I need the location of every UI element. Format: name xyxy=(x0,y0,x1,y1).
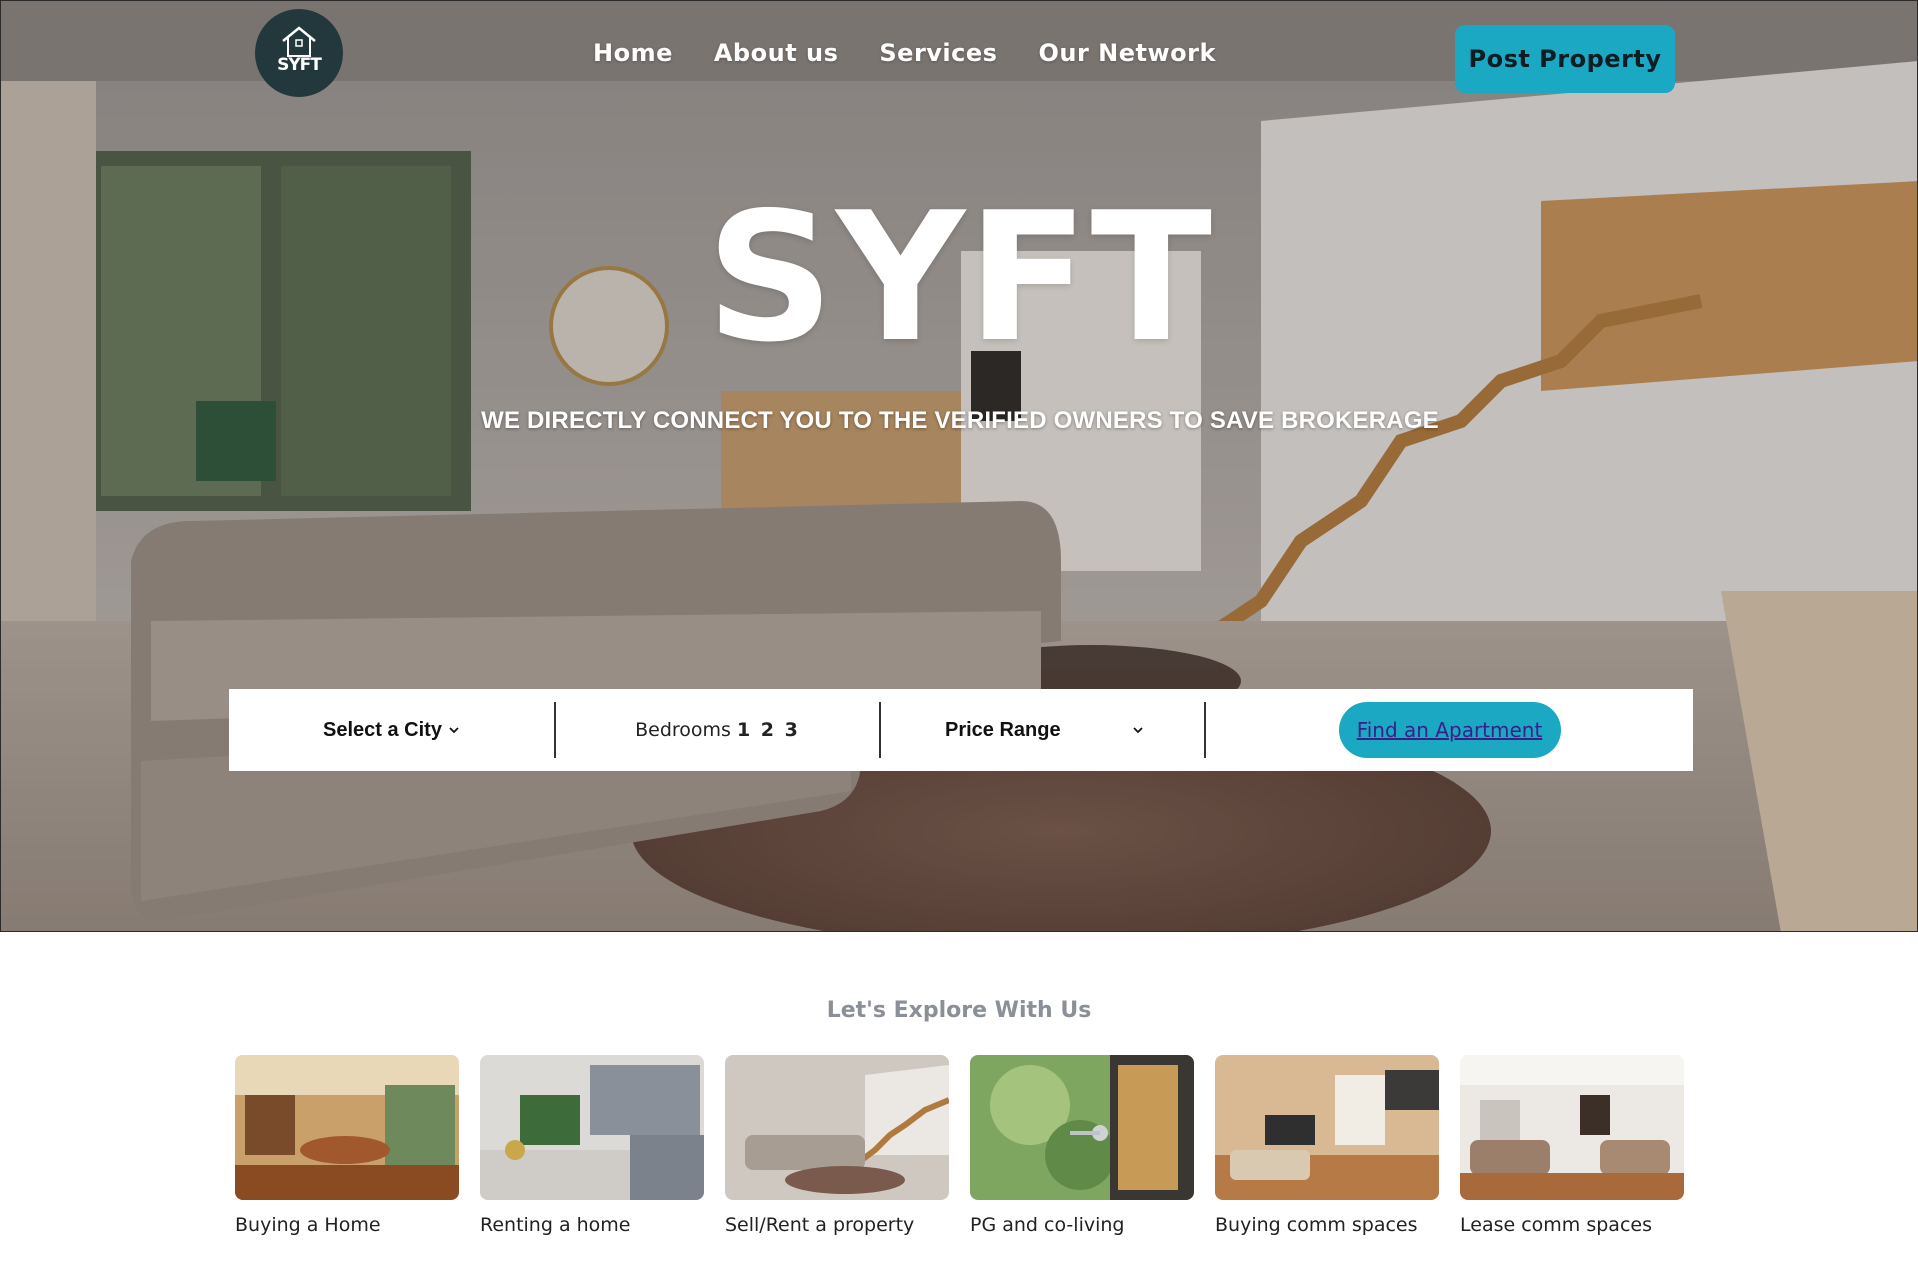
card-label: Buying a Home xyxy=(235,1214,381,1236)
nav-about-link[interactable]: About us xyxy=(714,39,839,67)
logo-text: SYFT xyxy=(277,55,322,75)
find-apartment-button[interactable]: Find an Apartment xyxy=(1338,702,1561,758)
card-label: Renting a home xyxy=(480,1214,631,1236)
pg-coliving-image xyxy=(970,1055,1194,1200)
price-range-label: Price Range xyxy=(945,718,1061,741)
nav-services-link[interactable]: Services xyxy=(879,39,997,67)
card-label: Sell/Rent a property xyxy=(725,1214,915,1236)
explore-heading: Let's Explore With Us xyxy=(826,998,1092,1023)
city-select-label: Select a City xyxy=(323,718,442,741)
hero-title: SYFT xyxy=(705,174,1215,381)
hero-tagline: WE DIRECTLY CONNECT YOU TO THE VERIFIED … xyxy=(481,407,1439,434)
explore-card-buying-home[interactable]: Buying a Home xyxy=(235,1055,459,1236)
card-label: PG and co-living xyxy=(970,1214,1125,1236)
bedroom-options[interactable]: 1 2 3 xyxy=(737,719,800,741)
card-label: Buying comm spaces xyxy=(1215,1214,1418,1236)
nav-network-link[interactable]: Our Network xyxy=(1038,39,1215,67)
buying-home-image xyxy=(235,1055,459,1200)
post-property-button[interactable]: Post Property xyxy=(1455,25,1675,93)
city-select[interactable]: Select a City xyxy=(229,689,554,771)
lease-comm-image xyxy=(1460,1055,1684,1200)
explore-card-buying-comm[interactable]: Buying comm spaces xyxy=(1215,1055,1439,1236)
logo[interactable]: SYFT xyxy=(255,9,343,97)
find-cell: Find an Apartment xyxy=(1206,689,1693,771)
explore-card-renting-home[interactable]: Renting a home xyxy=(480,1055,704,1236)
chevron-down-icon xyxy=(449,727,459,734)
bedrooms-filter[interactable]: Bedrooms 1 2 3 xyxy=(556,689,879,771)
buying-comm-image xyxy=(1215,1055,1439,1200)
explore-card-sell-rent[interactable]: Sell/Rent a property xyxy=(725,1055,949,1236)
price-range-select[interactable]: Price Range xyxy=(881,689,1204,771)
hero-banner: SYFT Home About us Services Our Network … xyxy=(0,0,1918,932)
sell-rent-image xyxy=(725,1055,949,1200)
house-icon xyxy=(282,26,316,57)
chevron-down-icon xyxy=(1133,727,1143,734)
explore-card-lease-comm[interactable]: Lease comm spaces xyxy=(1460,1055,1684,1236)
explore-card-pg-coliving[interactable]: PG and co-living xyxy=(970,1055,1194,1236)
hero-overlay xyxy=(1,1,1917,931)
nav-home-link[interactable]: Home xyxy=(593,39,673,67)
main-nav: Home About us Services Our Network xyxy=(593,39,1216,67)
explore-cards: Buying a Home Renting a home Sell/Rent a… xyxy=(235,1055,1684,1236)
bedrooms-label: Bedrooms xyxy=(635,719,731,741)
search-bar: Select a City Bedrooms 1 2 3 Price Range… xyxy=(229,689,1693,771)
card-label: Lease comm spaces xyxy=(1460,1214,1652,1236)
renting-home-image xyxy=(480,1055,704,1200)
